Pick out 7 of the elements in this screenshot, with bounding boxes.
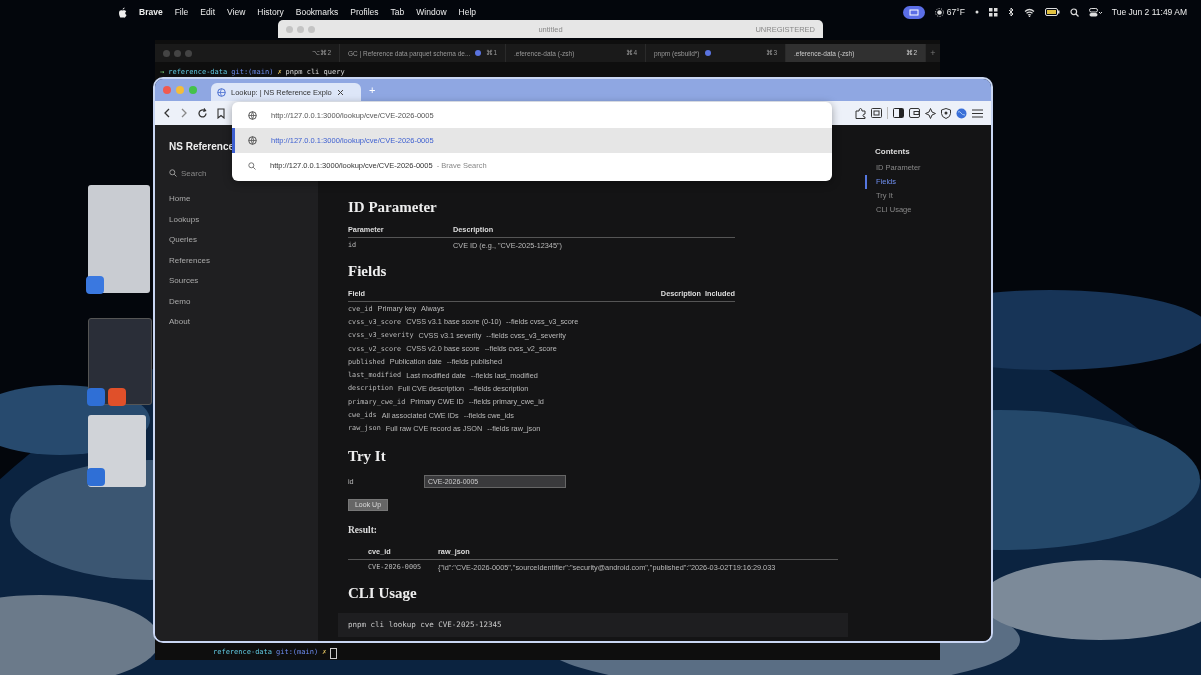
search-placeholder: Search (181, 168, 207, 178)
contents-heading: Contents (874, 147, 911, 156)
result-label: Result: (347, 524, 379, 535)
section-heading: Try It (347, 447, 387, 465)
section-heading: CLI Usage (347, 584, 418, 602)
section-heading: Fields (347, 263, 388, 280)
section-heading: ID Parameter (347, 199, 438, 216)
